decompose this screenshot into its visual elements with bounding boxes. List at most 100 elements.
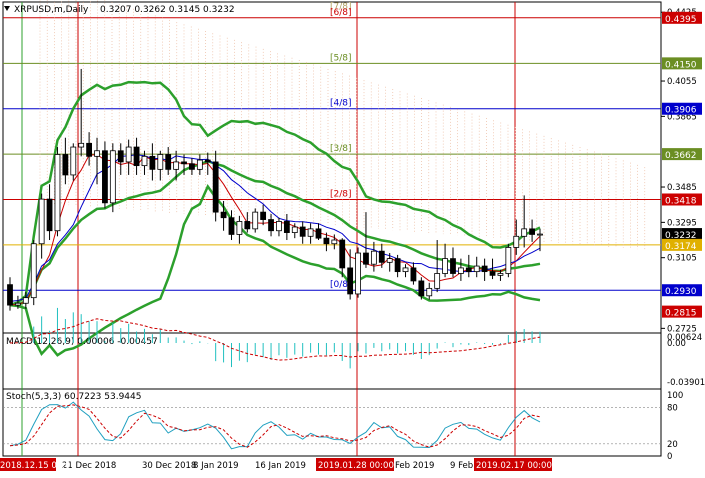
price-tag-label: 0.3418 <box>665 196 697 206</box>
murrey-level-label: [6/8] <box>330 8 352 18</box>
stoch-d-line <box>9 404 541 448</box>
candle-body <box>331 239 338 245</box>
stoch-tick-label: 100 <box>667 391 683 401</box>
candle-body <box>133 146 140 167</box>
candle-body <box>94 150 100 157</box>
stoch-label: Stoch(5,3,3) 60.7223 53.9445 <box>6 392 141 402</box>
murrey-level-label: [2/8] <box>330 189 352 199</box>
ma-fast-red <box>9 153 541 306</box>
candle-body <box>125 146 132 163</box>
candle-body <box>355 252 361 295</box>
candle-body <box>291 226 298 233</box>
candle-body <box>70 146 77 176</box>
candle-body <box>418 280 425 297</box>
candle-body <box>497 273 504 276</box>
candle-body <box>481 265 488 273</box>
candle-body <box>426 287 433 297</box>
candle-body <box>141 155 148 167</box>
macd-tick-label: 0.00 <box>667 339 686 349</box>
candle-body <box>15 302 21 306</box>
candle-body <box>434 273 441 289</box>
candle-body <box>38 198 45 245</box>
candle-body <box>30 243 37 299</box>
candle-body <box>260 211 267 220</box>
candle-body <box>283 221 290 233</box>
candle-body <box>181 161 187 165</box>
candle-body <box>505 247 512 274</box>
candle-body <box>339 239 346 269</box>
candle-body <box>7 284 13 306</box>
candle-body <box>465 267 472 273</box>
time-axis-label: 9 Feb <box>450 461 473 471</box>
candle-body <box>78 142 85 148</box>
price-tag-label: 0.3906 <box>665 106 697 116</box>
candle-body <box>236 221 243 235</box>
candle-body <box>307 228 314 237</box>
murrey-level-label: [5/8] <box>330 53 352 63</box>
candle-body <box>102 150 108 204</box>
candle-body <box>212 161 219 213</box>
candle-body <box>529 228 535 235</box>
candle-body <box>402 267 409 273</box>
candle-body <box>442 258 448 274</box>
price-tag-label: 0.3174 <box>665 242 697 252</box>
symbol-arrow-icon <box>4 6 10 11</box>
candle-body <box>513 235 520 248</box>
price-tag-label: 0.2930 <box>665 287 697 297</box>
candle-body <box>394 258 401 273</box>
price-tag-label: 0.4395 <box>665 15 697 25</box>
candle-body <box>537 233 543 236</box>
candle-body <box>410 267 417 282</box>
candle-body <box>157 154 164 170</box>
candle-body <box>189 163 195 170</box>
candle-body <box>196 159 203 170</box>
candle-body <box>370 250 377 265</box>
stoch-tick-label: 80 <box>667 403 678 413</box>
candle-body <box>228 217 235 235</box>
candle-body <box>220 211 227 219</box>
murrey-level-label: [3/8] <box>330 144 352 154</box>
candle-body <box>450 258 456 274</box>
macd-tick-label: -0.03901 <box>667 378 705 388</box>
price-tick-label: 0.4055 <box>667 77 697 87</box>
time-highlight-label: 2019.01.28 00:00 <box>318 461 394 471</box>
price-tick-label: 0.3485 <box>667 183 697 193</box>
candle-body <box>173 161 180 170</box>
candle-body <box>109 150 116 204</box>
candle-body <box>323 237 330 245</box>
candle-body <box>54 154 61 232</box>
time-axis-label: 16 Jan 2019 <box>255 461 306 471</box>
candle-body <box>457 267 464 274</box>
chart-window: [7/8][6/8][5/8][4/8][3/8][2/8][0/8]0.442… <box>0 0 705 474</box>
price-tick-label: 0.3295 <box>667 218 697 228</box>
time-highlight-label: 2018.12.15 00:00 <box>0 461 76 471</box>
macd-label: MACD(12,26,9) 0.00006 -0.00457 <box>6 337 158 347</box>
murrey-level-label: [4/8] <box>330 99 352 109</box>
candle-body <box>46 198 53 232</box>
candle-body <box>363 252 369 265</box>
symbol-label: XRPUSD,m,Daily <box>14 5 89 15</box>
candle-body <box>378 250 385 263</box>
time-axis-label: Feb 2019 <box>395 461 434 471</box>
time-axis-label: 30 Dec 2018 <box>142 461 196 471</box>
time-axis-label: 8 Jan 2019 <box>193 461 239 471</box>
stoch-tick-label: 20 <box>667 440 678 450</box>
candle-body <box>62 154 69 176</box>
candle-body <box>347 267 354 295</box>
price-tag-label: 0.2815 <box>665 309 697 319</box>
bollinger-middle <box>9 159 541 307</box>
price-tag-label: 0.3662 <box>665 151 697 161</box>
candle-body <box>86 142 93 157</box>
candle-body <box>276 221 282 232</box>
candle-body <box>473 265 480 273</box>
candle-body <box>489 271 496 276</box>
candle-body <box>268 219 274 232</box>
candle-body <box>165 154 172 170</box>
candle-body <box>204 159 211 163</box>
candle-body <box>315 228 322 239</box>
candle-body <box>117 150 124 163</box>
stoch-tick-label: 0 <box>667 452 672 462</box>
time-highlight-label: 2019.02.17 00:00 <box>476 461 552 471</box>
candle-body <box>22 297 29 304</box>
price-tag-label: 0.4150 <box>665 60 697 70</box>
